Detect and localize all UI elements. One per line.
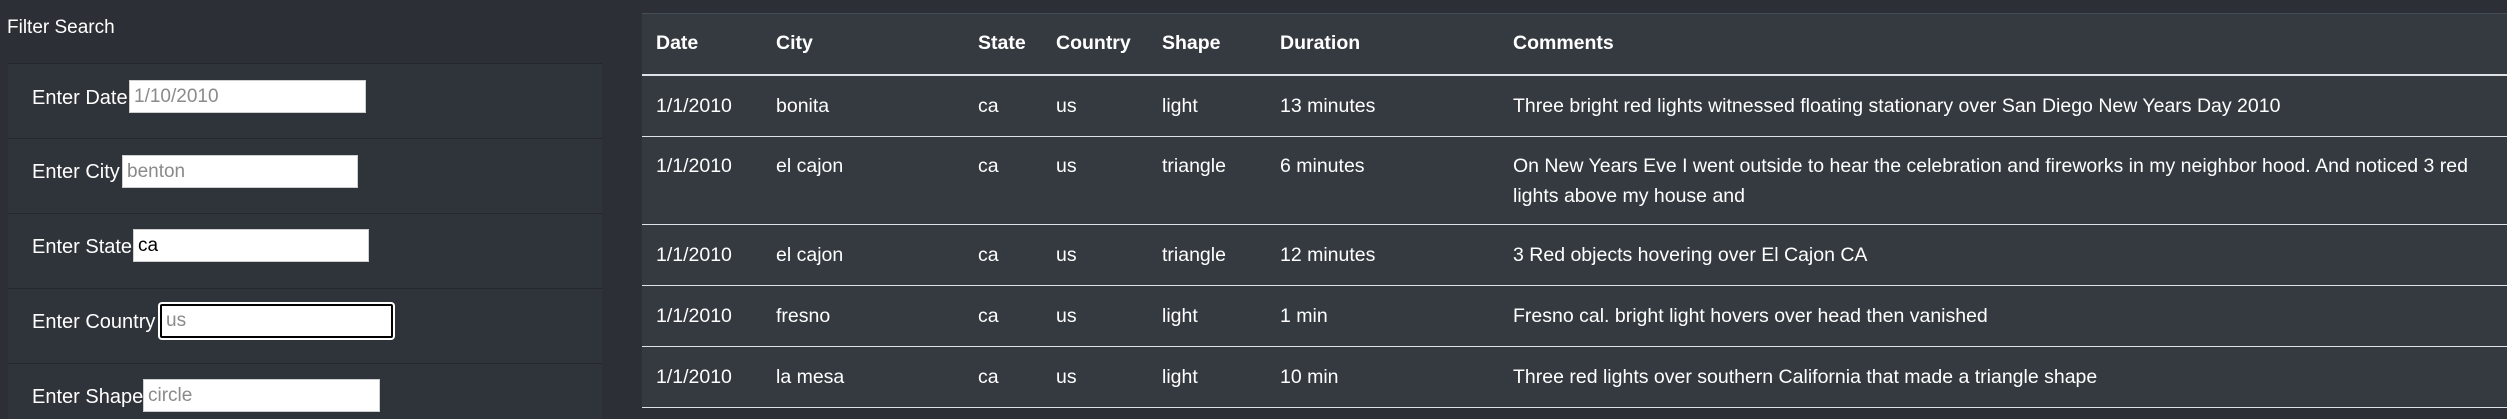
table-header-row: Date City State Country Shape Duration C… xyxy=(642,13,2507,75)
cell-duration: 6 minutes xyxy=(1280,154,1365,177)
header-date[interactable]: Date xyxy=(642,14,762,75)
cell-comments: 3 Red objects hovering over El Cajon CA xyxy=(1513,243,1868,266)
cell-date: 1/1/2010 xyxy=(656,154,732,177)
cell-city: fresno xyxy=(776,304,831,327)
table-row: 1/1/2010 bonita ca us light 13 minutes T… xyxy=(642,75,2507,136)
sightings-table: Date City State Country Shape Duration C… xyxy=(642,13,2507,408)
city-input[interactable] xyxy=(122,155,358,188)
cell-date: 1/1/2010 xyxy=(656,94,732,117)
cell-country: us xyxy=(1056,154,1077,177)
cell-duration: 12 minutes xyxy=(1280,243,1376,266)
table-row: 1/1/2010 el cajon ca us triangle 6 minut… xyxy=(642,136,2507,224)
shape-label: Enter Shape xyxy=(32,386,144,408)
country-label: Enter Country xyxy=(32,311,156,333)
cell-state: ca xyxy=(978,243,999,266)
cell-country: us xyxy=(1056,365,1077,388)
shape-input[interactable] xyxy=(143,379,380,412)
cell-country: us xyxy=(1056,243,1077,266)
header-country[interactable]: Country xyxy=(1042,14,1148,75)
cell-city: la mesa xyxy=(776,365,845,388)
table-row: 1/1/2010 el cajon ca us triangle 12 minu… xyxy=(642,224,2507,285)
date-label: Enter Date xyxy=(32,87,128,109)
country-input[interactable] xyxy=(160,304,393,338)
filter-row-city: Enter City xyxy=(8,139,602,214)
header-comments[interactable]: Comments xyxy=(1499,14,2507,75)
state-label: Enter State xyxy=(32,236,133,258)
cell-state: ca xyxy=(978,94,999,117)
cell-country: us xyxy=(1056,304,1077,327)
cell-country: us xyxy=(1056,94,1077,117)
cell-date: 1/1/2010 xyxy=(656,304,732,327)
cell-shape: light xyxy=(1162,94,1198,117)
city-label: Enter City xyxy=(32,161,120,183)
filter-row-shape: Enter Shape xyxy=(8,364,602,419)
header-city[interactable]: City xyxy=(762,14,964,75)
cell-duration: 1 min xyxy=(1280,304,1328,327)
filter-panel: Filter Search Enter Date Enter City Ente… xyxy=(0,0,603,419)
ufo-sightings-page: Filter Search Enter Date Enter City Ente… xyxy=(0,0,2507,419)
cell-comments: Fresno cal. bright light hovers over hea… xyxy=(1513,304,1988,327)
cell-duration: 10 min xyxy=(1280,365,1339,388)
cell-city: bonita xyxy=(776,94,830,117)
sightings-table-container: Date City State Country Shape Duration C… xyxy=(642,13,2507,419)
cell-date: 1/1/2010 xyxy=(656,365,732,388)
header-duration[interactable]: Duration xyxy=(1266,14,1499,75)
filter-list: Enter Date Enter City Enter State Enter … xyxy=(8,63,602,419)
filter-row-state: Enter State xyxy=(8,214,602,289)
filter-title: Filter Search xyxy=(7,17,115,38)
cell-comments: On New Years Eve I went outside to hear … xyxy=(1513,154,2468,207)
cell-shape: triangle xyxy=(1162,154,1226,177)
cell-state: ca xyxy=(978,365,999,388)
cell-shape: light xyxy=(1162,365,1198,388)
date-input[interactable] xyxy=(129,80,366,113)
cell-city: el cajon xyxy=(776,154,844,177)
cell-state: ca xyxy=(978,304,999,327)
filter-row-date: Enter Date xyxy=(8,64,602,139)
cell-duration: 13 minutes xyxy=(1280,94,1376,117)
cell-shape: triangle xyxy=(1162,243,1226,266)
cell-city: el cajon xyxy=(776,243,844,266)
header-shape[interactable]: Shape xyxy=(1148,14,1266,75)
cell-shape: light xyxy=(1162,304,1198,327)
table-row: 1/1/2010 fresno ca us light 1 min Fresno… xyxy=(642,285,2507,346)
header-state[interactable]: State xyxy=(964,14,1042,75)
cell-date: 1/1/2010 xyxy=(656,243,732,266)
cell-comments: Three bright red lights witnessed floati… xyxy=(1513,94,2281,117)
cell-state: ca xyxy=(978,154,999,177)
table-row: 1/1/2010 la mesa ca us light 10 min Thre… xyxy=(642,346,2507,407)
cell-comments: Three red lights over southern Californi… xyxy=(1513,365,2098,388)
state-input[interactable] xyxy=(133,229,369,262)
filter-row-country: Enter Country xyxy=(8,289,602,364)
